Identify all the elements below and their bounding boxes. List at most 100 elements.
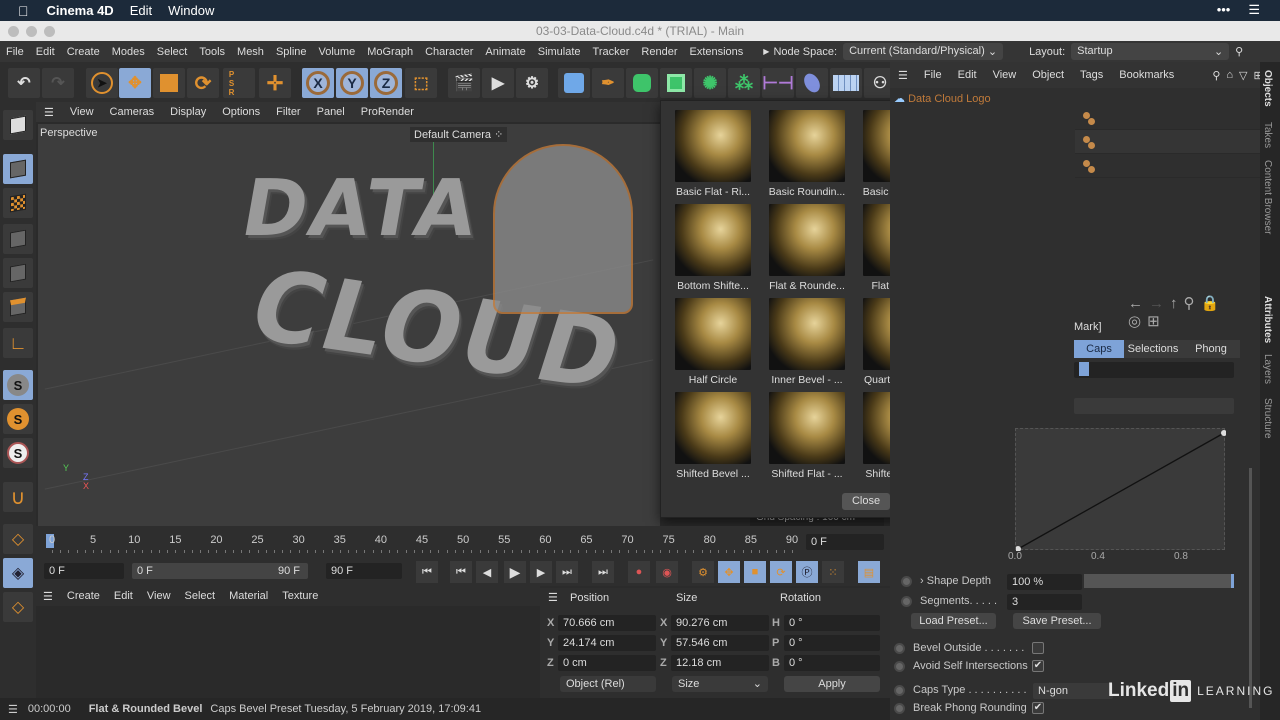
recent-tools-icon[interactable]: ✛ xyxy=(259,68,291,98)
scene-cloud-object[interactable] xyxy=(493,144,633,314)
planar-workplane-icon[interactable]: ◇ xyxy=(3,592,33,622)
apple-icon[interactable]:  xyxy=(18,3,29,19)
texture-mode-icon[interactable] xyxy=(3,188,33,218)
preset-item[interactable]: Basic Flat - Ri... xyxy=(668,110,758,198)
end-frame-field[interactable]: 90 F xyxy=(326,563,402,579)
menu-mesh[interactable]: Mesh xyxy=(231,46,270,58)
workplane-icon[interactable]: ◇ xyxy=(3,524,33,554)
mac-app-name[interactable]: Cinema 4D xyxy=(47,3,114,18)
key-pla-icon[interactable]: ⁙ xyxy=(822,561,844,583)
start-frame-field[interactable]: 0 F xyxy=(44,563,124,579)
caps-type-anim-toggle[interactable] xyxy=(894,685,905,696)
edges-mode-icon[interactable] xyxy=(3,258,33,288)
object-row-data-cloud-logo[interactable]: ☁ Data Cloud Logo xyxy=(894,92,991,105)
current-frame-field[interactable]: 0 F xyxy=(806,534,884,550)
segments-anim-toggle[interactable] xyxy=(901,596,912,607)
menu-render[interactable]: Render xyxy=(635,46,683,58)
search-icon[interactable]: ⚲ xyxy=(1212,69,1220,82)
break-phong-anim-toggle[interactable] xyxy=(894,703,905,714)
preset-item[interactable]: Flat & Rounde... xyxy=(762,204,852,292)
preset-item[interactable]: Shifted Bevel ... xyxy=(668,392,758,480)
rotation-h-input[interactable]: 0 ° xyxy=(784,615,880,631)
key-scale-icon[interactable]: ■ xyxy=(744,561,766,583)
play-icon[interactable]: ▶ xyxy=(504,561,526,583)
viewport-menu-filter[interactable]: Filter xyxy=(268,106,308,118)
workplane-snap-icon[interactable]: S xyxy=(3,438,33,468)
object-row[interactable] xyxy=(1075,154,1260,178)
timeline-window-icon[interactable]: ▤ xyxy=(858,561,880,583)
extrude-icon[interactable] xyxy=(660,68,692,98)
bevel-outside-checkbox[interactable] xyxy=(1032,642,1044,654)
x-axis-toggle[interactable]: X xyxy=(302,68,334,98)
objects-menu-object[interactable]: Object xyxy=(1024,69,1072,81)
size-x-input[interactable]: 90.276 cm xyxy=(671,615,769,631)
points-mode-icon[interactable] xyxy=(3,224,33,254)
rotation-b-input[interactable]: 0 ° xyxy=(784,655,880,671)
tab-layers[interactable]: Layers xyxy=(1262,354,1273,384)
menu-tracker[interactable]: Tracker xyxy=(587,46,636,58)
tab-content-browser[interactable]: Content Browser xyxy=(1262,160,1273,234)
menu-spline[interactable]: Spline xyxy=(270,46,313,58)
viewport-menu-panel[interactable]: Panel xyxy=(309,106,353,118)
model-mode-icon[interactable] xyxy=(3,154,33,184)
render-to-picture-viewer-icon[interactable]: ▶ xyxy=(482,68,514,98)
tab-selections[interactable]: Selections xyxy=(1124,340,1182,358)
previous-key-icon[interactable]: ⏮ xyxy=(450,561,472,583)
autokey-icon[interactable]: ◉ xyxy=(656,561,678,583)
key-position-icon[interactable]: ✥ xyxy=(718,561,740,583)
next-key-icon[interactable]: ⏭ xyxy=(556,561,578,583)
timeline-ruler[interactable]: 0 5 10 15 20 25 30 35 40 45 50 55 60 65 70 75 80 85 90 xyxy=(46,528,800,556)
break-phong-checkbox[interactable]: ✔ xyxy=(1032,702,1044,714)
zoom-window-button[interactable] xyxy=(44,26,55,37)
position-x-input[interactable]: 70.666 cm xyxy=(558,615,656,631)
objects-menu-file[interactable]: File xyxy=(916,69,950,81)
preset-item[interactable]: Bottom Shifte... xyxy=(668,204,758,292)
menu-simulate[interactable]: Simulate xyxy=(532,46,587,58)
preset-item[interactable]: Half Circle xyxy=(668,298,758,386)
timeline[interactable]: 0 5 10 15 20 25 30 35 40 45 50 55 60 65 70 75 80 85 90 0 F xyxy=(36,526,890,558)
avoid-self-anim-toggle[interactable] xyxy=(894,661,905,672)
bevel-shape-curve[interactable] xyxy=(1015,428,1226,551)
menu-tools[interactable]: Tools xyxy=(193,46,231,58)
material-menu-material[interactable]: Material xyxy=(222,590,275,602)
size-slider[interactable] xyxy=(1074,398,1234,414)
menu-edit[interactable]: Edit xyxy=(30,46,61,58)
menu-extensions[interactable]: Extensions xyxy=(683,46,749,58)
render-settings-icon[interactable]: ⚙ xyxy=(516,68,548,98)
close-button[interactable]: Close xyxy=(842,493,890,510)
z-axis-toggle[interactable]: Z xyxy=(370,68,402,98)
list-icon[interactable]: ☰ xyxy=(1248,2,1260,18)
viewport-menu-options[interactable]: Options xyxy=(214,106,268,118)
field-icon[interactable] xyxy=(796,68,828,98)
search-icon[interactable]: ⚲ xyxy=(1235,45,1243,58)
bevel-outside-anim-toggle[interactable] xyxy=(894,643,905,654)
filter-icon[interactable]: ▽ xyxy=(1239,69,1247,82)
material-menu-create[interactable]: Create xyxy=(60,590,107,602)
cloner-icon[interactable]: ⁂ xyxy=(728,68,760,98)
preset-item[interactable]: Shifted Flat - ... xyxy=(762,392,852,480)
mac-menu-edit[interactable]: Edit xyxy=(130,3,152,18)
attributes-scrollbar[interactable] xyxy=(1249,468,1252,708)
node-space-dropdown[interactable]: Current (Standard/Physical) ⌄ xyxy=(843,43,1004,60)
viewport-menu-prorender[interactable]: ProRender xyxy=(353,106,422,118)
rotation-p-input[interactable]: 0 ° xyxy=(784,635,880,651)
rotate-icon[interactable]: ⟳ xyxy=(187,68,219,98)
coordinate-system-icon[interactable]: ⬚ xyxy=(405,68,437,98)
apply-button[interactable]: Apply xyxy=(784,676,880,692)
coordinate-mode-dropdown[interactable]: Object (Rel) xyxy=(560,676,656,692)
menu-file[interactable]: File xyxy=(0,46,30,58)
scale-icon[interactable] xyxy=(153,68,185,98)
home-icon[interactable]: ⌂ xyxy=(1226,69,1233,81)
subdivision-surface-icon[interactable] xyxy=(626,68,658,98)
keyframe-selection-icon[interactable]: ⚙ xyxy=(692,561,714,583)
tab-structure[interactable]: Structure xyxy=(1262,398,1273,439)
size-mode-dropdown[interactable]: Size ⌄ xyxy=(672,676,768,692)
tab-attributes[interactable]: Attributes xyxy=(1262,296,1273,343)
objects-menu-tags[interactable]: Tags xyxy=(1072,69,1111,81)
viewport-camera-label[interactable]: Default Camera ⁘ xyxy=(410,127,508,142)
record-keys-icon[interactable]: ● xyxy=(628,561,650,583)
render-view-icon[interactable]: 🎬 xyxy=(448,68,480,98)
tab-caps[interactable]: Caps xyxy=(1074,340,1124,358)
next-frame-icon[interactable]: ▶ xyxy=(530,561,552,583)
floor-icon[interactable] xyxy=(830,68,862,98)
